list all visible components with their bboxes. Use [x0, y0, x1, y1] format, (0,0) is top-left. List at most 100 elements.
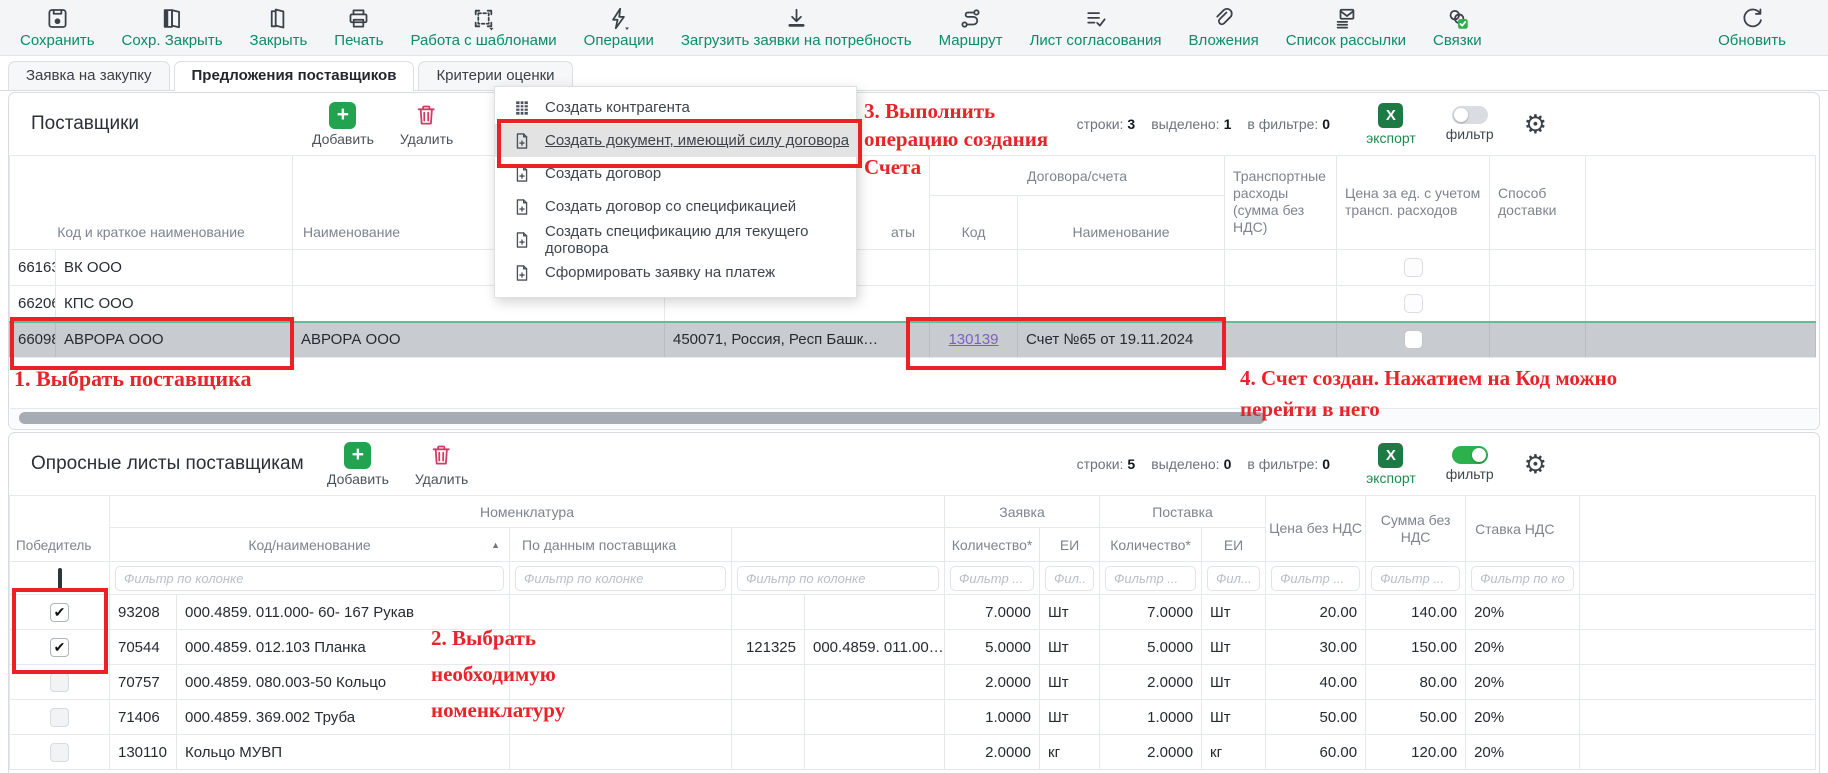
tab-purchase-request[interactable]: Заявка на закупку	[8, 61, 170, 90]
scrollbar-thumb[interactable]	[19, 412, 1265, 424]
col-transport-costs: Транспортные расходы (сумма без НДС)	[1225, 156, 1337, 250]
item-code: 71406	[110, 700, 177, 735]
supplier-row-selected[interactable]: 66098 АВРОРА ООО АВРОРА ООО 450071, Росс…	[10, 322, 1816, 358]
menu-item-create-contract[interactable]: Создать договор	[495, 157, 856, 190]
mailing-list-button[interactable]: Список рассылки	[1286, 0, 1406, 55]
templates-button[interactable]: Работа с шаблонами	[410, 0, 556, 55]
templates-label: Работа с шаблонами	[410, 32, 556, 49]
item-name: 000.4859. 080.003-50 Кольцо	[177, 665, 510, 700]
suppliers-add-button[interactable]: + Добавить	[312, 102, 374, 147]
winner-checkbox[interactable]	[50, 708, 69, 727]
filter-request-qty-input[interactable]	[950, 566, 1034, 591]
document-plus-icon	[512, 263, 532, 283]
save-button[interactable]: Сохранить	[20, 0, 95, 55]
price-with-transport-checkbox[interactable]	[1404, 330, 1423, 349]
col-code-name-sortable[interactable]: Код/наименование▲	[110, 528, 510, 562]
plus-icon: +	[344, 442, 371, 469]
suppliers-delete-button[interactable]: Удалить	[400, 102, 453, 147]
item-name: Кольцо МУВП	[177, 735, 510, 770]
winner-checkbox[interactable]	[50, 743, 69, 762]
supplier-code: 66098	[10, 322, 56, 358]
tab-supplier-offers[interactable]: Предложения поставщиков	[174, 61, 415, 91]
suppliers-panel-header: Поставщики + Добавить Удалить строки:3 в…	[9, 93, 1819, 155]
print-button[interactable]: Печать	[334, 0, 383, 55]
filter-supply-qty-input[interactable]	[1105, 566, 1196, 591]
route-label: Маршрут	[939, 32, 1003, 49]
refresh-button[interactable]: Обновить	[1718, 0, 1786, 55]
questionnaires-settings-gear-icon[interactable]: ⚙	[1524, 451, 1547, 477]
winner-checkbox[interactable]	[50, 673, 69, 692]
contract-code-link[interactable]: 130139	[948, 331, 998, 348]
questionnaires-panel-header: Опросные листы поставщикам + Добавить Уд…	[9, 433, 1819, 495]
attachments-button[interactable]: Вложения	[1189, 0, 1259, 55]
load-demand-requests-button[interactable]: Загрузить заявки на потребность	[681, 0, 912, 55]
approval-sheet-button[interactable]: Лист согласования	[1030, 0, 1162, 55]
menu-item-create-spec-current-contract[interactable]: Создать спецификацию для текущего догово…	[495, 223, 856, 256]
supplier-short-name: КПС ООО	[56, 286, 293, 322]
winner-checkbox[interactable]	[50, 603, 69, 622]
document-tabs: Заявка на закупку Предложения поставщико…	[0, 61, 1828, 91]
mailing-list-icon	[1333, 6, 1358, 31]
winner-checkbox[interactable]	[50, 638, 69, 657]
supplier-row[interactable]: 66206 КПС ООО	[10, 286, 1816, 322]
filter-supply-unit-input[interactable]	[1207, 566, 1260, 591]
filter-replacement-input[interactable]	[737, 566, 939, 591]
suppliers-export-button[interactable]: X экспорт	[1366, 103, 1416, 146]
replacement-code: 121325	[732, 630, 805, 665]
operations-button[interactable]: Операции	[584, 0, 654, 55]
nomenclature-row[interactable]: 71406 000.4859. 369.002 Труба 1.0000 Шт …	[10, 700, 1816, 735]
item-name: 000.4859. 011.000- 60- 167 Рукав	[177, 595, 510, 630]
questionnaires-delete-button[interactable]: Удалить	[415, 442, 468, 487]
links-button[interactable]: Связки	[1433, 0, 1482, 55]
col-vat-rate: Ставка НДС	[1466, 496, 1580, 562]
col-supply-qty: Количество*	[1100, 528, 1202, 562]
menu-item-create-payment-request[interactable]: Сформировать заявку на платеж	[495, 256, 856, 289]
filter-sum-input[interactable]	[1371, 566, 1460, 591]
filter-request-unit-input[interactable]	[1045, 566, 1094, 591]
save-close-button[interactable]: Сохр. Закрыть	[122, 0, 223, 55]
menu-item-create-contract-with-spec[interactable]: Создать договор со спецификацией	[495, 190, 856, 223]
filter-code-name-input[interactable]	[115, 566, 504, 591]
col-winner: Победитель	[10, 496, 110, 562]
nomenclature-row[interactable]: 93208 000.4859. 011.000- 60- 167 Рукав 7…	[10, 595, 1816, 630]
filter-by-supplier-input[interactable]	[515, 566, 726, 591]
mailing-list-label: Список рассылки	[1286, 32, 1406, 49]
save-close-icon	[160, 6, 185, 31]
suppliers-filter-toggle[interactable]: фильтр	[1446, 106, 1494, 142]
questionnaires-export-button[interactable]: X экспорт	[1366, 443, 1416, 486]
questionnaires-title: Опросные листы поставщикам	[31, 453, 304, 475]
price-with-transport-checkbox[interactable]	[1404, 258, 1423, 277]
select-all-checkbox[interactable]	[58, 568, 62, 589]
paperclip-icon	[1211, 6, 1236, 31]
route-button[interactable]: Маршрут	[939, 0, 1003, 55]
download-icon	[784, 6, 809, 31]
trash-icon	[413, 102, 440, 129]
filter-vat-input[interactable]	[1471, 566, 1574, 591]
nomenclature-row[interactable]: 70544 000.4859. 012.103 Планка 121325 00…	[10, 630, 1816, 665]
questionnaires-add-button[interactable]: + Добавить	[327, 442, 389, 487]
document-plus-icon	[512, 164, 532, 184]
building-grid-icon	[512, 98, 532, 118]
nomenclature-row[interactable]: 70757 000.4859. 080.003-50 Кольцо 2.0000…	[10, 665, 1816, 700]
menu-item-create-counterparty[interactable]: Создать контрагента	[495, 91, 856, 124]
supplier-code: 66206	[10, 286, 56, 322]
filler-cell	[1580, 562, 1816, 595]
save-icon	[45, 6, 70, 31]
plus-icon: +	[329, 102, 356, 129]
close-label: Закрыть	[250, 32, 308, 49]
close-button[interactable]: Закрыть	[250, 0, 308, 55]
item-name: 000.4859. 012.103 Планка	[177, 630, 510, 665]
links-label: Связки	[1433, 32, 1482, 49]
supplier-row[interactable]: 66163 ВК ООО	[10, 250, 1816, 286]
menu-item-create-contract-force-document[interactable]: Создать документ, имеющий силу договора	[495, 124, 856, 157]
nomenclature-row[interactable]: 130110 Кольцо МУВП 2.0000 кг 2.0000 кг 6…	[10, 735, 1816, 770]
price-with-transport-checkbox[interactable]	[1404, 294, 1423, 313]
supplier-contacts: 450071, Россия, Респ Башк…	[665, 322, 930, 358]
filter-price-input[interactable]	[1271, 566, 1360, 591]
suppliers-settings-gear-icon[interactable]: ⚙	[1524, 111, 1547, 137]
filler-cell	[1580, 595, 1816, 630]
document-plus-icon	[512, 197, 532, 217]
questionnaires-filter-toggle[interactable]: фильтр	[1446, 446, 1494, 482]
operations-label: Операции	[584, 32, 654, 49]
item-name: 000.4859. 369.002 Труба	[177, 700, 510, 735]
